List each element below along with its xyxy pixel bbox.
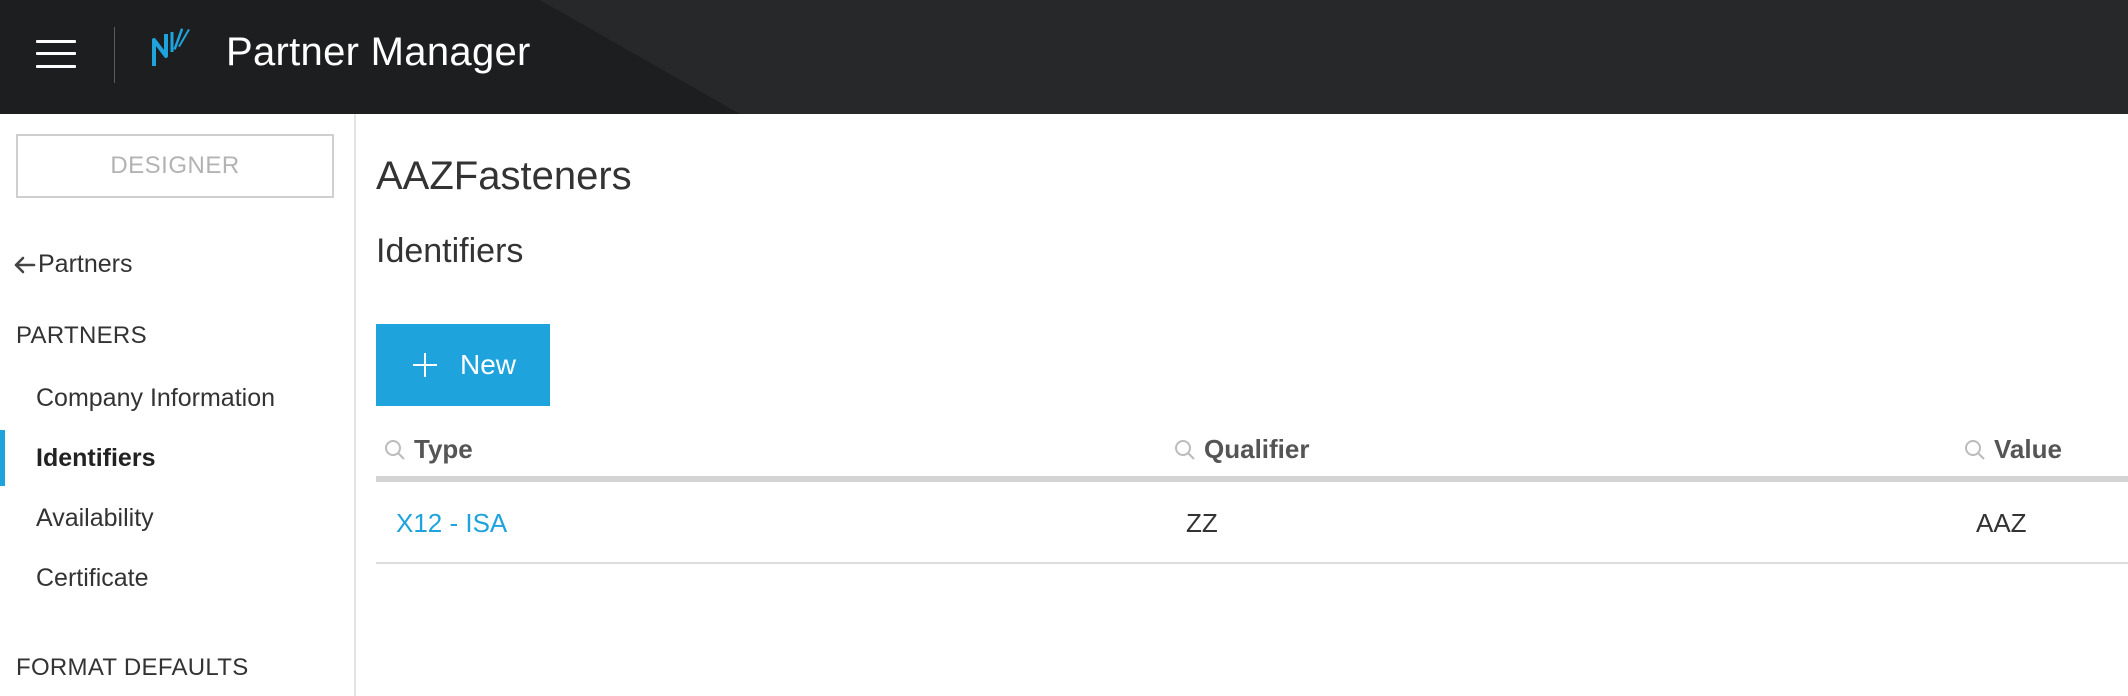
column-header-label: Type	[414, 434, 473, 464]
table-row[interactable]: X12 - ISA ZZ AAZ	[376, 482, 2128, 564]
sidebar: DESIGNER Partners PARTNERS Company Infor…	[0, 114, 356, 696]
column-header-label: Value	[1994, 434, 2062, 464]
app-title: Partner Manager	[226, 30, 531, 74]
sidebar-item-label: Identifiers	[36, 443, 156, 472]
column-header-value[interactable]: Value	[1964, 434, 2062, 465]
sidebar-item-label: Certificate	[36, 563, 149, 592]
search-icon[interactable]	[1964, 439, 1986, 461]
sidebar-item-label: Company Information	[36, 383, 276, 412]
column-header-label: Qualifier	[1204, 434, 1310, 464]
hamburger-menu-icon[interactable]	[36, 38, 76, 70]
identifier-value: AAZ	[1976, 508, 2027, 538]
header-divider	[114, 27, 115, 83]
partner-name-title: AAZFasteners	[376, 154, 632, 198]
arrow-left-icon	[14, 256, 36, 273]
search-icon[interactable]	[384, 439, 406, 461]
plus-icon	[413, 353, 437, 377]
app-logo-icon	[152, 28, 190, 66]
column-header-qualifier[interactable]: Qualifier	[1174, 434, 1309, 465]
sidebar-item-certificate[interactable]: Certificate	[0, 550, 354, 606]
column-header-type[interactable]: Type	[384, 434, 473, 465]
identifier-qualifier: ZZ	[1186, 508, 1218, 538]
format-defaults-section-heading: FORMAT DEFAULTS	[16, 654, 249, 681]
sidebar-item-company-information[interactable]: Company Information	[0, 370, 354, 426]
designer-button[interactable]: DESIGNER	[16, 134, 334, 198]
back-to-partners-link[interactable]: Partners	[12, 250, 132, 279]
app-header: Partner Manager	[0, 0, 2128, 114]
main-content: AAZFasteners Identifiers New Type Qualif…	[376, 114, 2128, 696]
section-title: Identifiers	[376, 232, 524, 270]
sidebar-item-label: Availability	[36, 503, 154, 532]
table-header: Type Qualifier Value	[376, 414, 2128, 482]
sidebar-item-identifiers[interactable]: Identifiers	[0, 430, 354, 486]
identifier-type-link[interactable]: X12 - ISA	[396, 508, 507, 539]
new-identifier-button[interactable]: New	[376, 324, 550, 406]
sidebar-item-availability[interactable]: Availability	[0, 490, 354, 546]
back-link-label: Partners	[38, 250, 133, 278]
search-icon[interactable]	[1174, 439, 1196, 461]
partners-section-heading: PARTNERS	[16, 322, 147, 349]
new-button-label: New	[460, 349, 517, 380]
identifiers-table: Type Qualifier Value X12 - ISA ZZ AAZ	[376, 414, 2128, 564]
